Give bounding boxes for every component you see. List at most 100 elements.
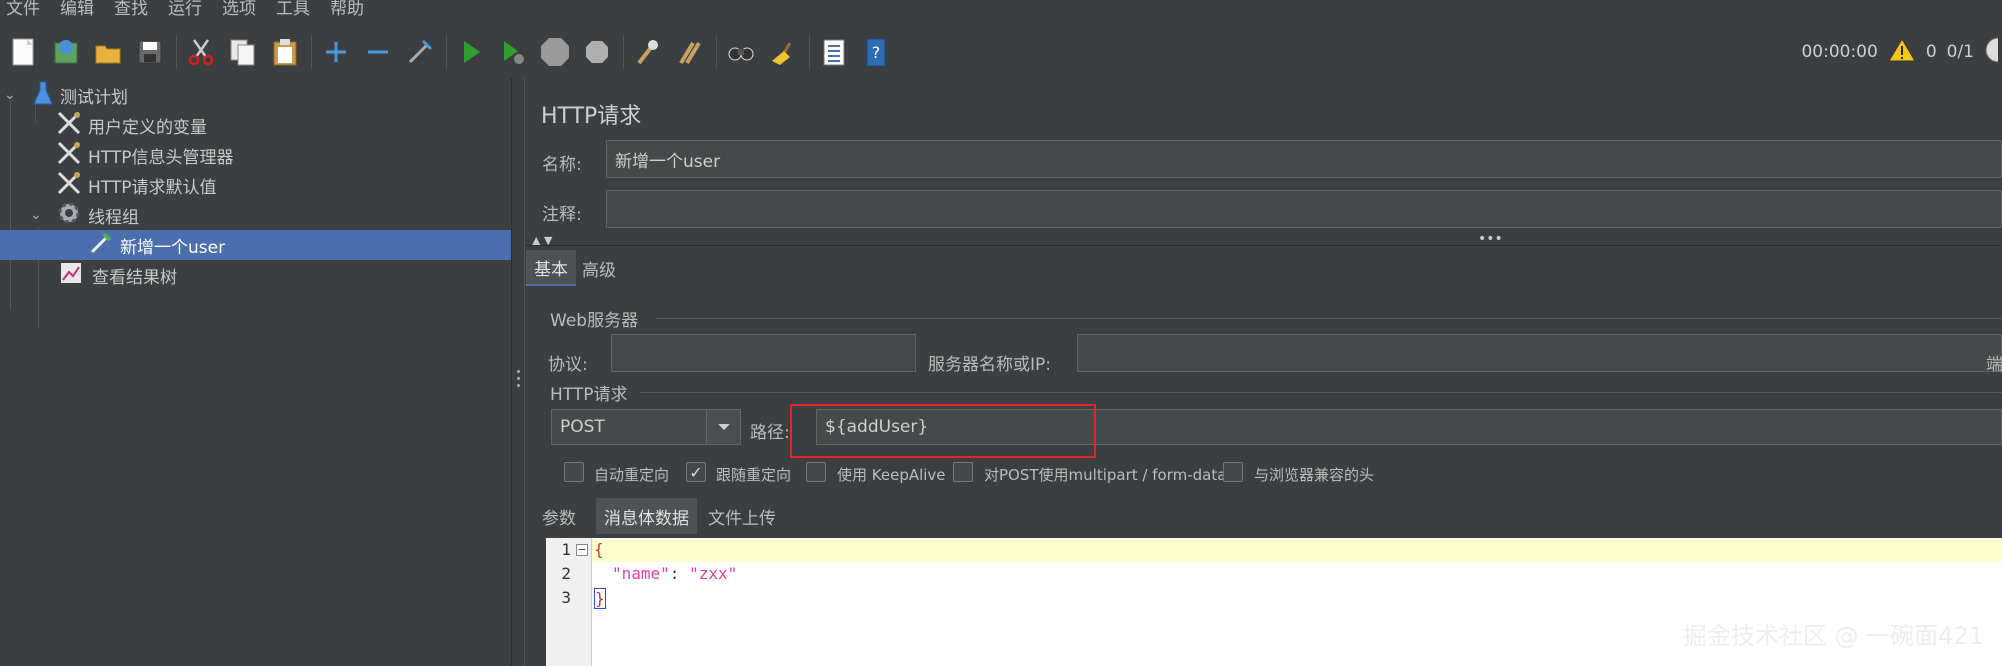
- toolbar-separator: [176, 35, 177, 69]
- stop-icon[interactable]: [539, 36, 571, 68]
- menu-edit[interactable]: 编辑: [60, 0, 94, 18]
- copy-icon[interactable]: [227, 36, 259, 68]
- page-title: HTTP请求: [541, 104, 642, 129]
- gear-icon: [56, 200, 82, 231]
- protocol-field[interactable]: [611, 334, 916, 372]
- checkbox-auto-redirect[interactable]: [564, 462, 584, 482]
- tree-item-label: 线程组: [88, 207, 139, 228]
- port-label: 端: [1986, 355, 2002, 375]
- tab-advanced[interactable]: 高级: [574, 250, 624, 286]
- tree-item-request-defaults[interactable]: HTTP请求默认值: [56, 170, 217, 200]
- divider: [526, 245, 2002, 246]
- start-no-pause-icon[interactable]: [497, 36, 529, 68]
- group-border: [656, 318, 2002, 319]
- splitter-grip: [517, 384, 520, 387]
- toolbar-separator: [716, 35, 717, 69]
- menu-options[interactable]: 选项: [222, 0, 256, 18]
- help-icon[interactable]: ?: [860, 36, 892, 68]
- fold-glyph: −: [577, 543, 587, 556]
- paste-icon[interactable]: [269, 36, 301, 68]
- line-number: 3: [561, 588, 571, 607]
- toolbar: ?: [0, 26, 2002, 78]
- tree-item-label: 查看结果树: [92, 267, 177, 288]
- svg-text:?: ?: [872, 43, 881, 62]
- splitter-grip: [517, 370, 520, 373]
- watermark: 掘金技术社区 @ 一碗面421: [1682, 622, 1984, 650]
- checkbox-keepalive[interactable]: [806, 462, 826, 482]
- checkbox-follow-redirect[interactable]: ✓: [686, 462, 706, 482]
- checkbox-browser-headers[interactable]: [1223, 462, 1243, 482]
- tab-body-data[interactable]: 消息体数据: [596, 498, 697, 534]
- tree-guide: [10, 100, 11, 310]
- code-line-3: }: [594, 588, 606, 609]
- new-icon[interactable]: [8, 36, 40, 68]
- line-number: 1: [561, 540, 571, 559]
- function-helper-icon[interactable]: [818, 36, 850, 68]
- toggle-icon[interactable]: [404, 36, 436, 68]
- tree-item-header-manager[interactable]: HTTP信息头管理器: [56, 140, 234, 170]
- expand-icon[interactable]: [320, 36, 352, 68]
- server-field[interactable]: [1077, 334, 2002, 372]
- chevron-down-icon[interactable]: ⌄: [30, 207, 50, 223]
- save-icon[interactable]: [134, 36, 166, 68]
- checkbox-label: 使用 KeepAlive: [837, 466, 946, 484]
- checkbox-label: 自动重定向: [594, 466, 670, 484]
- toolbar-separator: [623, 35, 624, 69]
- tab-basic[interactable]: 基本: [526, 250, 576, 286]
- splitter[interactable]: [511, 78, 525, 666]
- tree-item-label: HTTP请求默认值: [88, 177, 217, 198]
- path-value: ${addUser}: [825, 417, 929, 437]
- clear-icon[interactable]: [632, 36, 664, 68]
- current-line-highlight: [592, 540, 2002, 562]
- method-value: POST: [560, 417, 605, 437]
- line-number: 2: [561, 564, 571, 583]
- chevron-down-icon[interactable]: [706, 409, 741, 445]
- name-field[interactable]: 新增一个user: [606, 140, 2002, 178]
- start-icon[interactable]: [455, 36, 487, 68]
- checkbox-multipart[interactable]: [953, 462, 973, 482]
- menu-tools[interactable]: 工具: [276, 0, 310, 18]
- tree-item-add-user[interactable]: 新增一个user: [0, 230, 511, 260]
- fold-icon[interactable]: −: [576, 544, 588, 556]
- splitter-grip: [517, 377, 520, 380]
- chevron-down-icon[interactable]: ⌄: [4, 87, 22, 103]
- menu-help[interactable]: 帮助: [330, 0, 364, 18]
- checkbox-label: 对POST使用multipart / form-data: [984, 466, 1227, 484]
- config-tools-icon: [56, 170, 82, 201]
- menu-file[interactable]: 文件: [6, 0, 40, 18]
- tree-item-thread-group[interactable]: ⌄ 线程组: [30, 200, 139, 230]
- open-icon[interactable]: [92, 36, 124, 68]
- test-plan-icon: [32, 80, 54, 111]
- thread-count: 0/1: [1946, 42, 1974, 62]
- menu-search[interactable]: 查找: [114, 0, 148, 18]
- toolbar-separator: [446, 35, 447, 69]
- checkmark-icon: ✓: [689, 462, 703, 482]
- clear-all-icon[interactable]: [674, 36, 706, 68]
- tab-parameters[interactable]: 参数: [534, 498, 584, 534]
- tree-item-test-plan[interactable]: ⌄ 测试计划: [0, 80, 128, 110]
- test-plan-tree: ⌄ 测试计划 用户定义的变量 HTTP信息头管理器 HTTP请求默认值 ⌄ 线程…: [0, 80, 511, 666]
- collapse-icon[interactable]: [362, 36, 394, 68]
- web-server-group-title: Web服务器: [550, 311, 639, 331]
- tree-item-label: 用户定义的变量: [88, 117, 207, 138]
- tree-item-user-variables[interactable]: 用户定义的变量: [56, 110, 207, 140]
- cut-icon[interactable]: [185, 36, 217, 68]
- status-area: 00:00:00 0 0/1: [1801, 26, 2002, 78]
- templates-icon[interactable]: [50, 36, 82, 68]
- remote-icon[interactable]: [1984, 35, 2002, 70]
- shutdown-icon[interactable]: [581, 36, 613, 68]
- tree-item-label: 新增一个user: [120, 237, 226, 258]
- checkbox-label: 与浏览器兼容的头: [1254, 466, 1375, 484]
- tree-item-results-tree[interactable]: 查看结果树: [58, 260, 177, 290]
- menu-run[interactable]: 运行: [168, 0, 202, 18]
- search-icon[interactable]: [725, 36, 757, 68]
- server-label: 服务器名称或IP:: [928, 355, 1051, 375]
- protocol-label: 协议:: [548, 355, 588, 375]
- code-line-1: {: [594, 540, 604, 559]
- path-field[interactable]: ${addUser}: [816, 409, 2002, 445]
- comment-field[interactable]: [606, 190, 2002, 228]
- reset-search-icon[interactable]: [767, 36, 799, 68]
- warning-icon[interactable]: [1887, 37, 1916, 68]
- tab-file-upload[interactable]: 文件上传: [700, 498, 784, 534]
- json-value: "zxx": [689, 564, 738, 583]
